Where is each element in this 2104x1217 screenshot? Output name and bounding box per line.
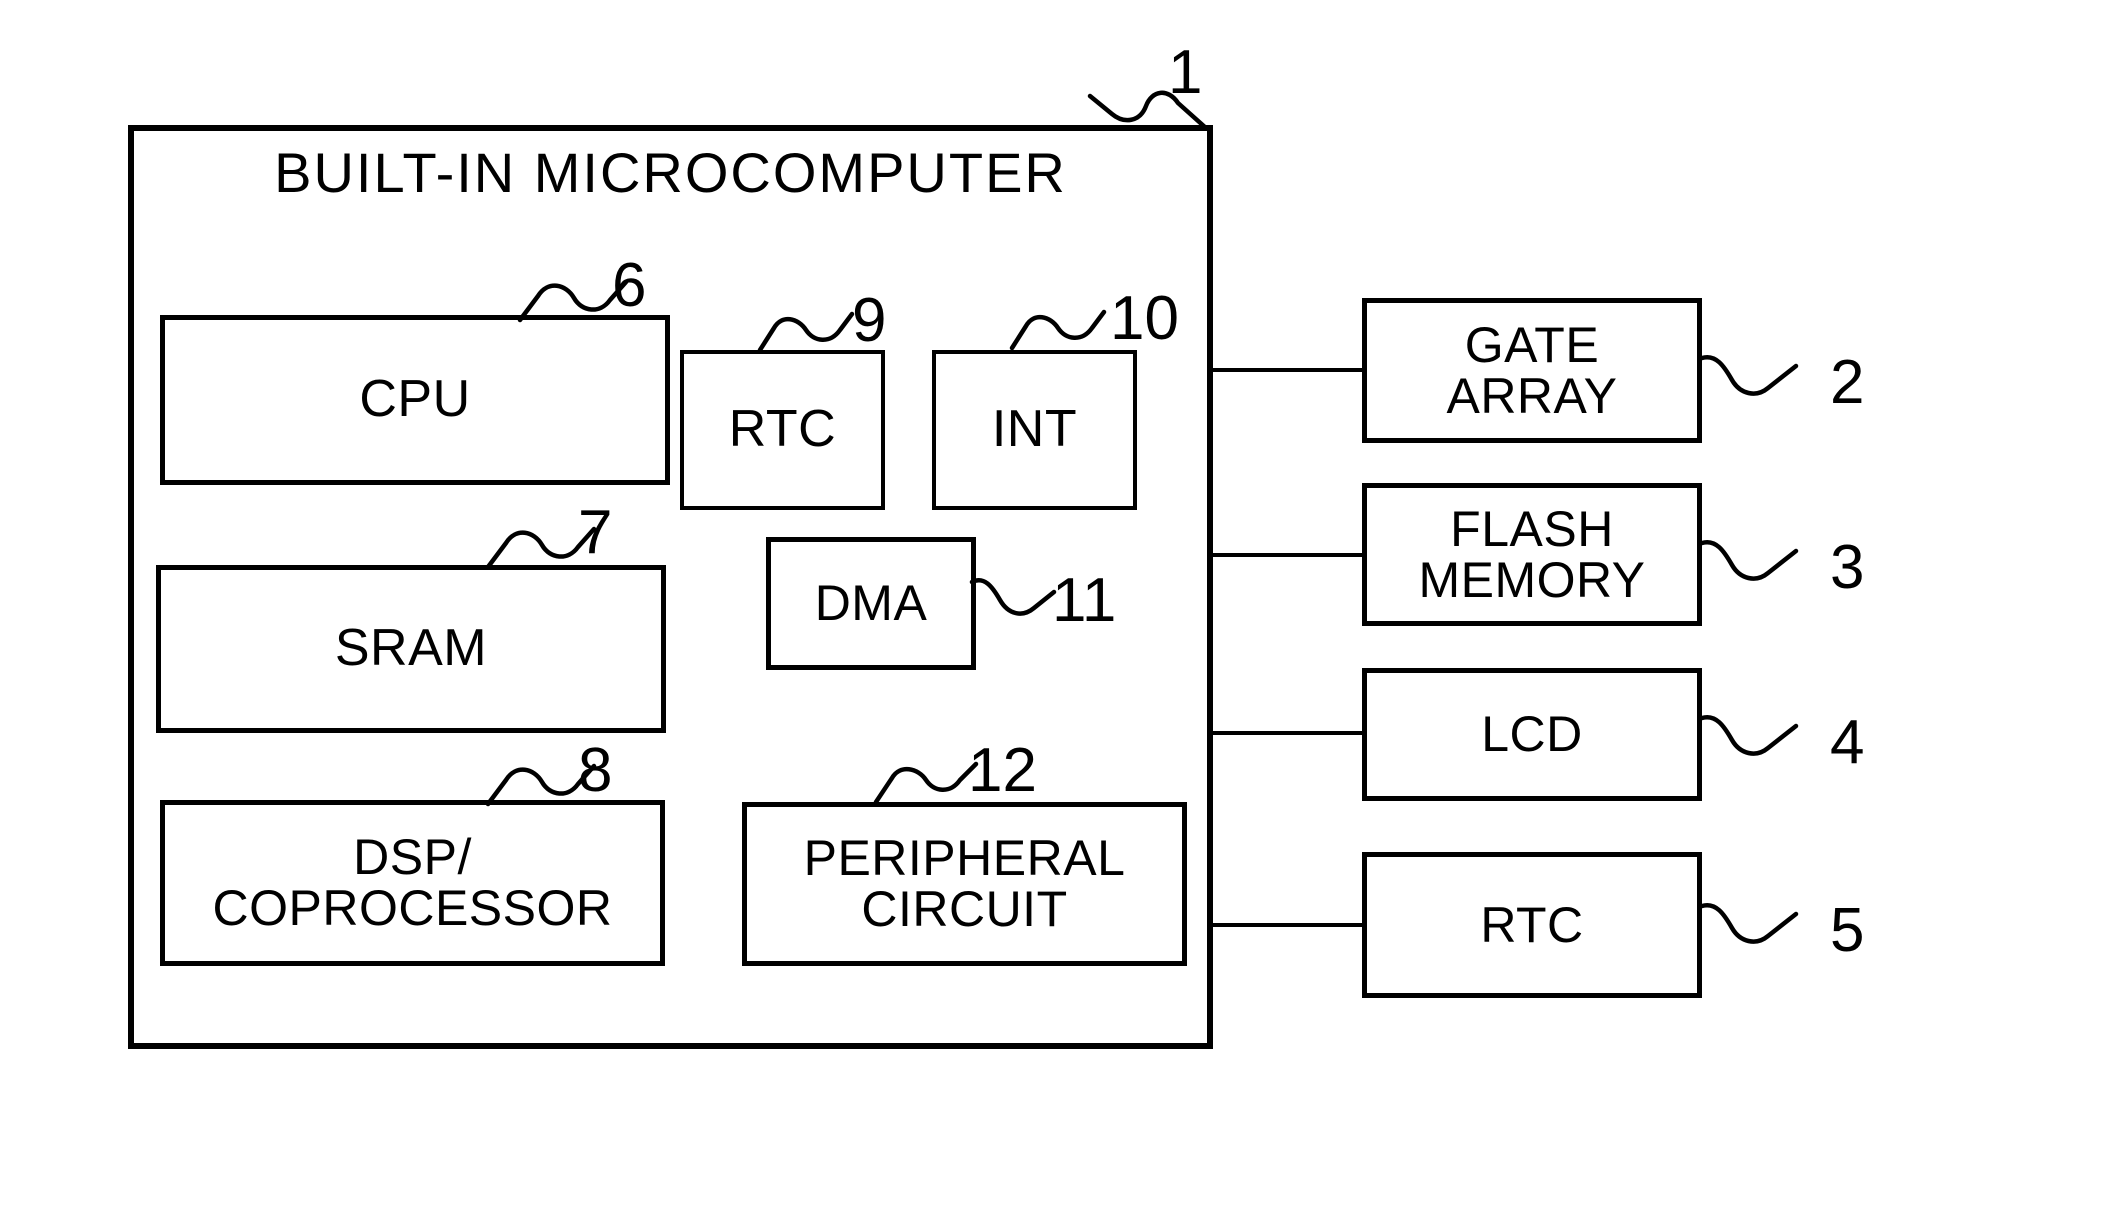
block-peripheral-circuit-label-line2: CIRCUIT	[861, 881, 1068, 937]
block-peripheral-circuit-label: PERIPHERAL CIRCUIT	[747, 833, 1182, 935]
connector-chip-to-rtc	[1210, 923, 1365, 927]
block-rtc-internal-label: RTC	[728, 400, 837, 459]
lead-line-3	[1699, 539, 1799, 581]
lead-line-5	[1699, 902, 1799, 944]
reference-numeral-10: 10	[1110, 284, 1179, 353]
figure-canvas: BUILT-IN MICROCOMPUTER 1 CPU 6 RTC 9 INT…	[0, 0, 2104, 1217]
block-gate-array-label-line1: GATE	[1464, 316, 1600, 373]
block-flash-memory-label-line1: FLASH	[1450, 500, 1614, 557]
block-lcd: LCD	[1362, 668, 1702, 801]
block-cpu: CPU	[160, 315, 670, 485]
block-dma: DMA	[766, 537, 976, 670]
reference-numeral-6: 6	[612, 251, 647, 320]
block-sram: SRAM	[156, 565, 666, 733]
reference-numeral-9: 9	[852, 286, 887, 355]
block-dsp-coprocessor-label-line1: DSP/	[353, 829, 472, 885]
reference-numeral-1: 1	[1168, 38, 1203, 107]
block-peripheral-circuit: PERIPHERAL CIRCUIT	[742, 802, 1187, 966]
reference-numeral-4: 4	[1830, 708, 1865, 777]
block-int: INT	[932, 350, 1137, 510]
lead-line-4	[1699, 714, 1799, 756]
block-rtc-internal: RTC	[680, 350, 885, 510]
reference-numeral-3: 3	[1830, 533, 1865, 602]
reference-numeral-5: 5	[1830, 896, 1865, 965]
block-sram-label: SRAM	[334, 619, 488, 678]
block-dsp-coprocessor-label: DSP/ COPROCESSOR	[165, 832, 660, 934]
connector-chip-to-gate-array	[1210, 368, 1365, 372]
reference-numeral-2: 2	[1830, 348, 1865, 417]
reference-numeral-7: 7	[578, 498, 613, 567]
reference-numeral-8: 8	[578, 736, 613, 805]
connector-chip-to-lcd	[1210, 731, 1365, 735]
block-gate-array-label-line2: ARRAY	[1446, 367, 1618, 424]
lead-line-2	[1699, 354, 1799, 396]
block-dsp-coprocessor: DSP/ COPROCESSOR	[160, 800, 665, 966]
chip-title: BUILT-IN MICROCOMPUTER	[274, 141, 1067, 204]
block-rtc-external: RTC	[1362, 852, 1702, 998]
block-dma-label: DMA	[814, 575, 928, 631]
block-gate-array-label: GATE ARRAY	[1367, 316, 1697, 424]
reference-numeral-12: 12	[968, 736, 1037, 805]
block-flash-memory-label-line2: MEMORY	[1418, 551, 1646, 608]
block-lcd-label: LCD	[1481, 706, 1583, 762]
block-flash-memory: FLASH MEMORY	[1362, 483, 1702, 626]
block-gate-array: GATE ARRAY	[1362, 298, 1702, 443]
block-flash-memory-label: FLASH MEMORY	[1367, 500, 1697, 608]
connector-chip-to-flash-memory	[1210, 553, 1365, 557]
block-int-label: INT	[991, 400, 1078, 459]
block-cpu-label: CPU	[359, 370, 471, 429]
reference-numeral-11: 11	[1052, 566, 1117, 635]
block-dsp-coprocessor-label-line2: COPROCESSOR	[212, 880, 613, 936]
block-peripheral-circuit-label-line1: PERIPHERAL	[803, 830, 1126, 886]
block-rtc-external-label: RTC	[1480, 896, 1584, 953]
